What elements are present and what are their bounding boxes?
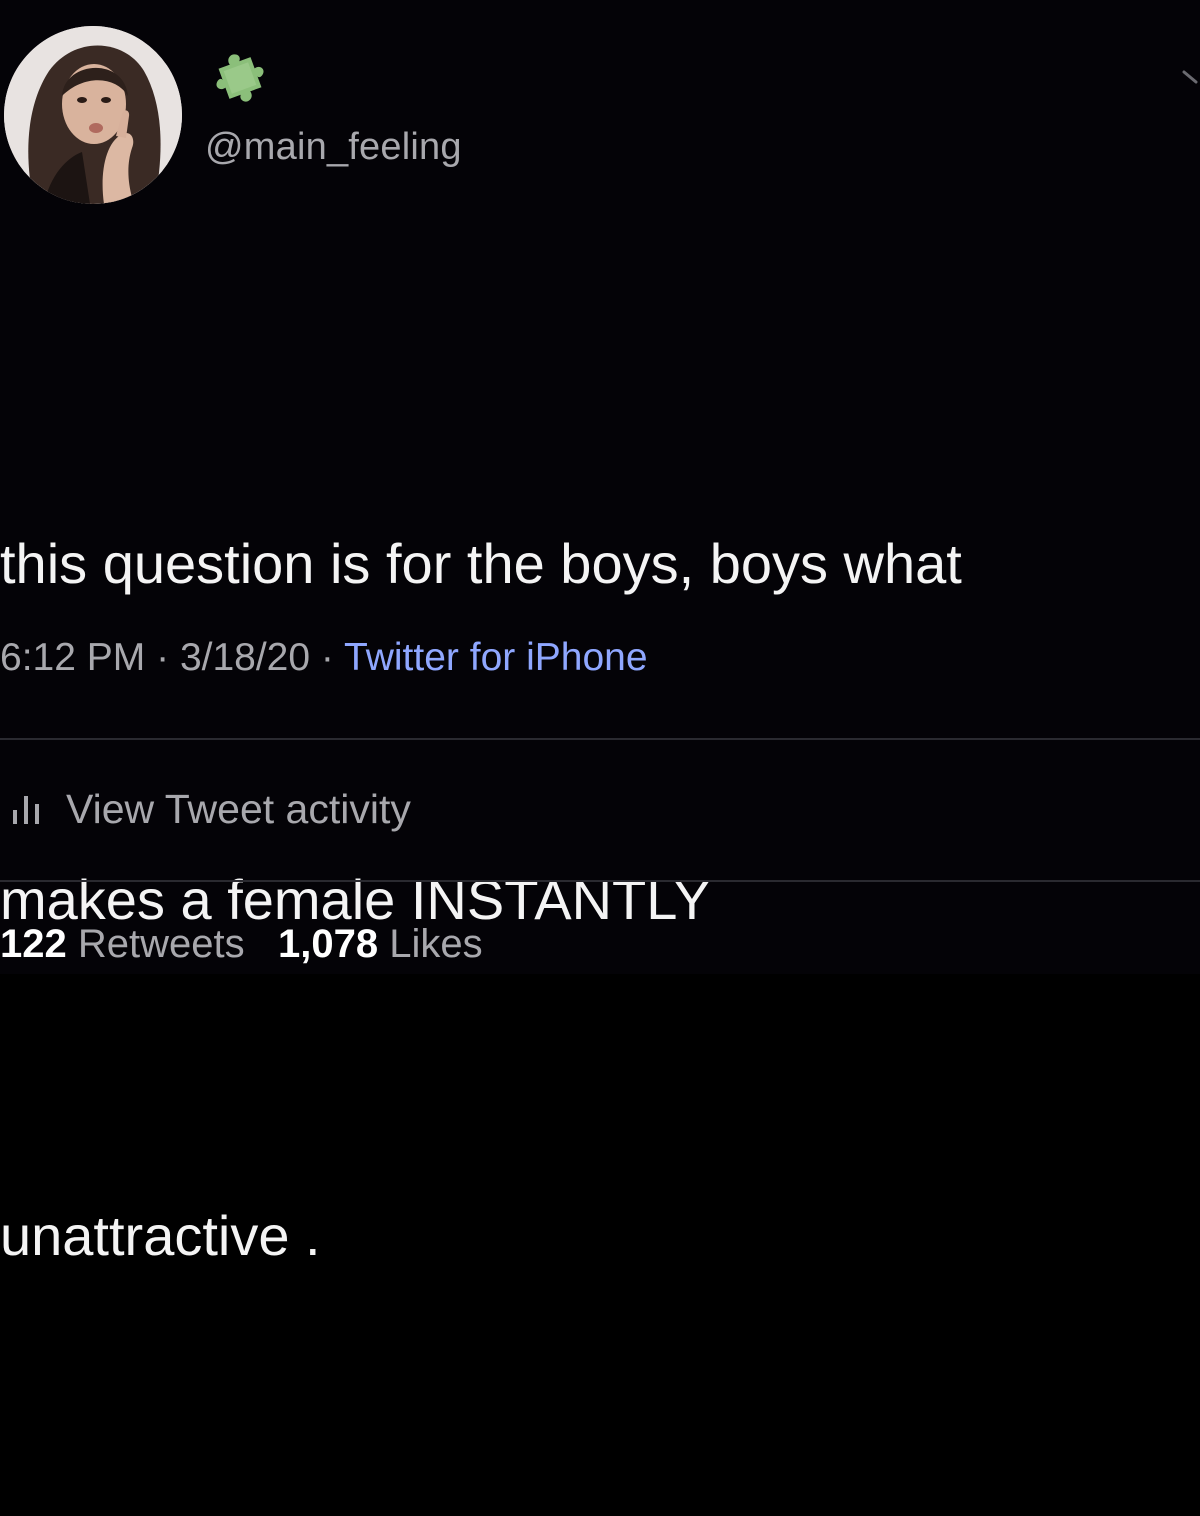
user-handle[interactable]: @main_feeling bbox=[205, 126, 462, 169]
tweet-stats: 122 Retweets 1,078 Likes bbox=[0, 922, 483, 967]
tweet-text-line: this question is for the boys, boys what bbox=[0, 532, 962, 595]
meta-separator: · bbox=[156, 636, 170, 679]
likes-label: Likes bbox=[389, 922, 483, 966]
avatar[interactable] bbox=[4, 26, 182, 204]
retweets-label: Retweets bbox=[77, 922, 245, 966]
likes-count: 1,078 bbox=[277, 922, 379, 966]
chevron-down-icon[interactable] bbox=[1180, 68, 1200, 98]
avatar-photo-icon bbox=[4, 26, 182, 204]
retweets-stat[interactable]: 122 Retweets bbox=[0, 922, 256, 966]
view-tweet-activity-label: View Tweet activity bbox=[66, 785, 411, 832]
tweet-metadata: 6:12 PM · 3/18/20 · Twitter for iPhone bbox=[0, 636, 648, 680]
meta-separator: · bbox=[320, 636, 334, 679]
likes-stat[interactable]: 1,078 Likes bbox=[278, 922, 483, 966]
tweet-date: 3/18/20 bbox=[179, 636, 311, 679]
divider bbox=[0, 738, 1200, 740]
tweet-card: @main_feeling this question is for the b… bbox=[0, 0, 1200, 1267]
tweet-time: 6:12 PM bbox=[0, 636, 146, 679]
divider bbox=[0, 880, 1200, 882]
view-tweet-activity-button[interactable]: View Tweet activity bbox=[10, 782, 411, 836]
bar-chart-icon bbox=[13, 796, 39, 824]
retweets-count: 122 bbox=[0, 922, 67, 966]
tweet-text: this question is for the boys, boys what… bbox=[0, 284, 1200, 1516]
puzzle-piece-emoji-icon bbox=[205, 48, 275, 108]
tweet-source-link[interactable]: Twitter for iPhone bbox=[344, 636, 647, 679]
tweet-text-line: unattractive . bbox=[0, 1204, 321, 1267]
